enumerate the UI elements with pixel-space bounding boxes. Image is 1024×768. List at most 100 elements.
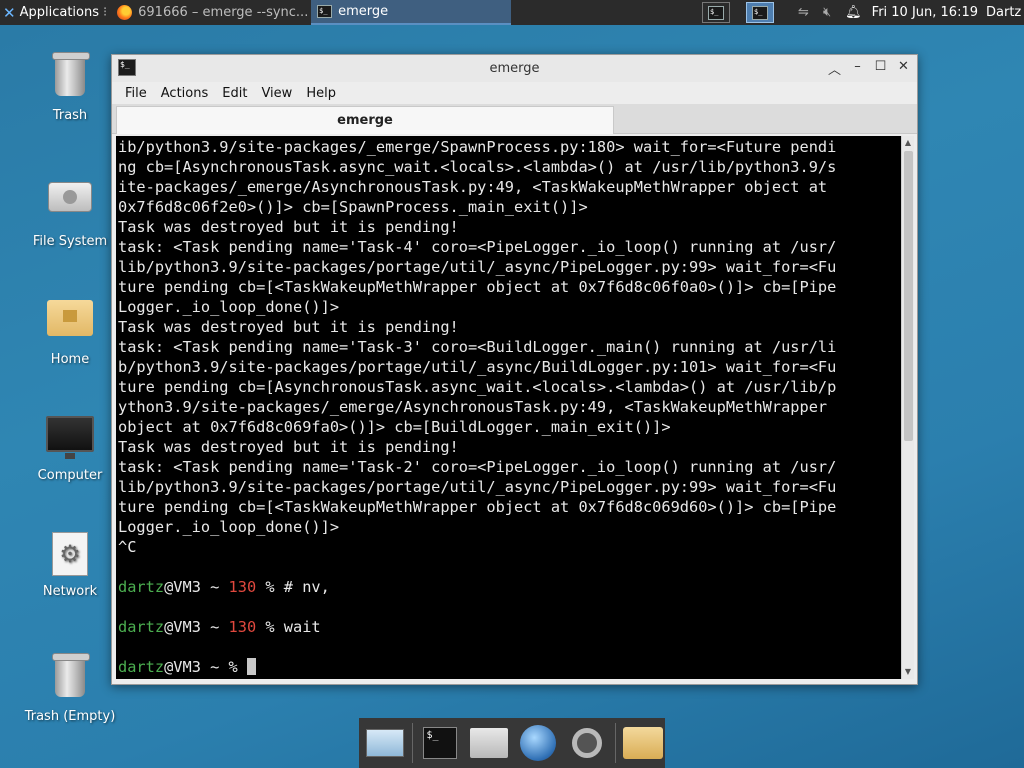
desktop-icon-trash[interactable]: Trash xyxy=(20,52,120,123)
terminal-line: ng cb=[AsynchronousTask.async_wait.<loca… xyxy=(118,158,837,176)
user-menu[interactable]: Dartz xyxy=(986,5,1024,20)
terminal-line: task: <Task pending name='Task-2' coro=<… xyxy=(118,458,837,476)
menu-file[interactable]: File xyxy=(118,86,154,101)
menu-actions[interactable]: Actions xyxy=(154,86,216,101)
prompt-exit-code: 130 xyxy=(228,618,257,636)
prompt-host: @VM3 ~ xyxy=(164,578,229,596)
dock-terminal[interactable]: $_ xyxy=(419,722,462,764)
prompt-symbol: % # nv, xyxy=(256,578,330,596)
shade-window-icon[interactable]: ︿ xyxy=(827,59,842,78)
close-window-icon[interactable]: ✕ xyxy=(896,59,911,78)
network-disconnected-icon[interactable]: ⇋ xyxy=(798,5,809,20)
terminal-line: Task was destroyed but it is pending! xyxy=(118,218,459,236)
prompt-symbol: % wait xyxy=(256,618,321,636)
workspace-2-button[interactable]: $_ xyxy=(746,2,775,23)
terminal-line: b/python3.9/site-packages/portage/util/_… xyxy=(118,358,837,376)
dock-app-finder[interactable] xyxy=(566,722,609,764)
taskbar-item-firefox[interactable]: 691666 – emerge --sync... xyxy=(111,0,311,25)
firefox-icon xyxy=(117,5,133,20)
terminal-line: Logger._io_loop_done()]> xyxy=(118,298,340,316)
dock-show-desktop[interactable] xyxy=(363,722,406,764)
trash-icon xyxy=(52,52,90,96)
network-icon: ⚙ xyxy=(52,532,88,576)
prompt-user: dartz xyxy=(118,578,165,596)
menu-help[interactable]: Help xyxy=(299,86,343,101)
applications-menu-button[interactable]: ✕ Applications ⁝ xyxy=(0,0,111,25)
terminal-line: 0x7f6d8c06f2e0>()]> cb=[SpawnProcess._ma… xyxy=(118,198,588,216)
workspace-1-button[interactable]: $_ xyxy=(702,2,731,23)
window-titlebar[interactable]: $_ emerge ︿ – ☐ ✕ xyxy=(112,55,917,82)
top-panel: ✕ Applications ⁝ 691666 – emerge --sync.… xyxy=(0,0,1024,25)
desktop-icon-home[interactable]: Home xyxy=(20,292,120,367)
taskbar-item-label: 691666 – emerge --sync... xyxy=(138,5,309,20)
notification-bell-icon[interactable]: 🔔︎ xyxy=(845,5,862,20)
terminal-line: Task was destroyed but it is pending! xyxy=(118,438,459,456)
taskbar-item-label: emerge xyxy=(338,4,389,19)
terminal-line: object at 0x7f6d8c069fa0>()]> cb=[BuildL… xyxy=(118,418,671,436)
terminal-line: lib/python3.9/site-packages/portage/util… xyxy=(118,258,837,276)
taskbar-item-emerge[interactable]: $_ emerge xyxy=(311,0,512,25)
desktop-icon-label: Computer xyxy=(37,468,103,483)
terminal-output[interactable]: ib/python3.9/site-packages/_emerge/Spawn… xyxy=(116,136,901,679)
terminal-line: Logger._io_loop_done()]> xyxy=(118,518,340,536)
terminal-prompt-line: dartz@VM3 ~ 130 % wait xyxy=(118,617,901,637)
dock-web-browser[interactable] xyxy=(517,722,560,764)
tab-emerge[interactable]: emerge xyxy=(116,106,614,134)
terminal-line: ture pending cb=[AsynchronousTask.async_… xyxy=(118,378,837,396)
scroll-down-icon[interactable]: ▼ xyxy=(902,665,914,679)
desktop-icon-file-system[interactable]: File System xyxy=(20,172,120,249)
terminal-line: ython3.9/site-packages/_emerge/Asynchron… xyxy=(118,398,828,416)
scroll-up-icon[interactable]: ▲ xyxy=(902,136,914,150)
system-tray: ⇋ 🔇︎ 🔔︎ xyxy=(782,5,872,20)
terminal-line: ib/python3.9/site-packages/_emerge/Spawn… xyxy=(118,138,837,156)
tab-bar: emerge xyxy=(112,104,917,134)
terminal-line: task: <Task pending name='Task-4' coro=<… xyxy=(118,238,837,256)
scrollbar-thumb[interactable] xyxy=(904,151,913,441)
dock-separator xyxy=(614,723,616,763)
prompt-user: dartz xyxy=(118,658,165,676)
terminal-icon[interactable]: $_ xyxy=(118,59,136,76)
desktop-icon-label: Trash (Empty) xyxy=(24,709,116,724)
prompt-user: dartz xyxy=(118,618,165,636)
file-manager-icon xyxy=(470,728,509,758)
prompt-symbol: % xyxy=(228,658,247,676)
terminal-line: ture pending cb=[<TaskWakeupMethWrapper … xyxy=(118,498,837,516)
minimize-window-icon[interactable]: – xyxy=(850,59,865,78)
home-folder-icon xyxy=(47,300,93,336)
hard-drive-icon xyxy=(48,182,92,212)
desktop-icon-label: Network xyxy=(42,584,98,599)
terminal-prompt-line: dartz@VM3 ~ 130 % # nv, xyxy=(118,577,901,597)
terminal-icon: $_ xyxy=(317,5,333,18)
folder-icon xyxy=(623,727,664,759)
separator-icon: ⁝ xyxy=(103,5,108,20)
prompt-host: @VM3 ~ xyxy=(164,658,229,676)
menu-edit[interactable]: Edit xyxy=(215,86,254,101)
volume-muted-icon[interactable]: 🔇︎ xyxy=(823,5,831,20)
terminal-cursor xyxy=(246,658,256,675)
menu-view[interactable]: View xyxy=(254,86,299,101)
dock-file-manager[interactable] xyxy=(468,722,511,764)
terminal-line: lib/python3.9/site-packages/portage/util… xyxy=(118,478,837,496)
menu-bar: File Actions Edit View Help xyxy=(112,82,917,104)
maximize-window-icon[interactable]: ☐ xyxy=(873,59,888,78)
terminal-line: ^C xyxy=(118,538,137,556)
terminal-window: $_ emerge ︿ – ☐ ✕ File Actions Edit View… xyxy=(111,54,918,685)
terminal-text: ib/python3.9/site-packages/_emerge/Spawn… xyxy=(116,136,901,677)
prompt-exit-code: 130 xyxy=(228,578,257,596)
dock: $_ xyxy=(359,718,665,768)
desktop-icon-label: Trash xyxy=(52,108,88,123)
dock-folder[interactable] xyxy=(622,722,665,764)
clock[interactable]: Fri 10 Jun, 16:19 xyxy=(872,5,986,20)
terminal-line: Task was destroyed but it is pending! xyxy=(118,318,459,336)
trash-icon xyxy=(52,653,90,697)
desktop-icon-computer[interactable]: Computer xyxy=(20,412,120,483)
show-desktop-icon xyxy=(365,729,404,757)
desktop-icon-label: Home xyxy=(50,352,90,367)
desktop-icon-network[interactable]: ⚙ Network xyxy=(20,532,120,599)
terminal-line: task: <Task pending name='Task-3' coro=<… xyxy=(118,338,837,356)
terminal-line: ture pending cb=[<TaskWakeupMethWrapper … xyxy=(118,278,837,296)
desktop-icon-trash-empty[interactable]: Trash (Empty) xyxy=(20,653,120,724)
terminal-scrollbar[interactable]: ▲ ▼ xyxy=(901,136,914,679)
xfce-logo-icon: ✕ xyxy=(3,3,16,22)
terminal-line: ite-packages/_emerge/AsynchronousTask.py… xyxy=(118,178,828,196)
